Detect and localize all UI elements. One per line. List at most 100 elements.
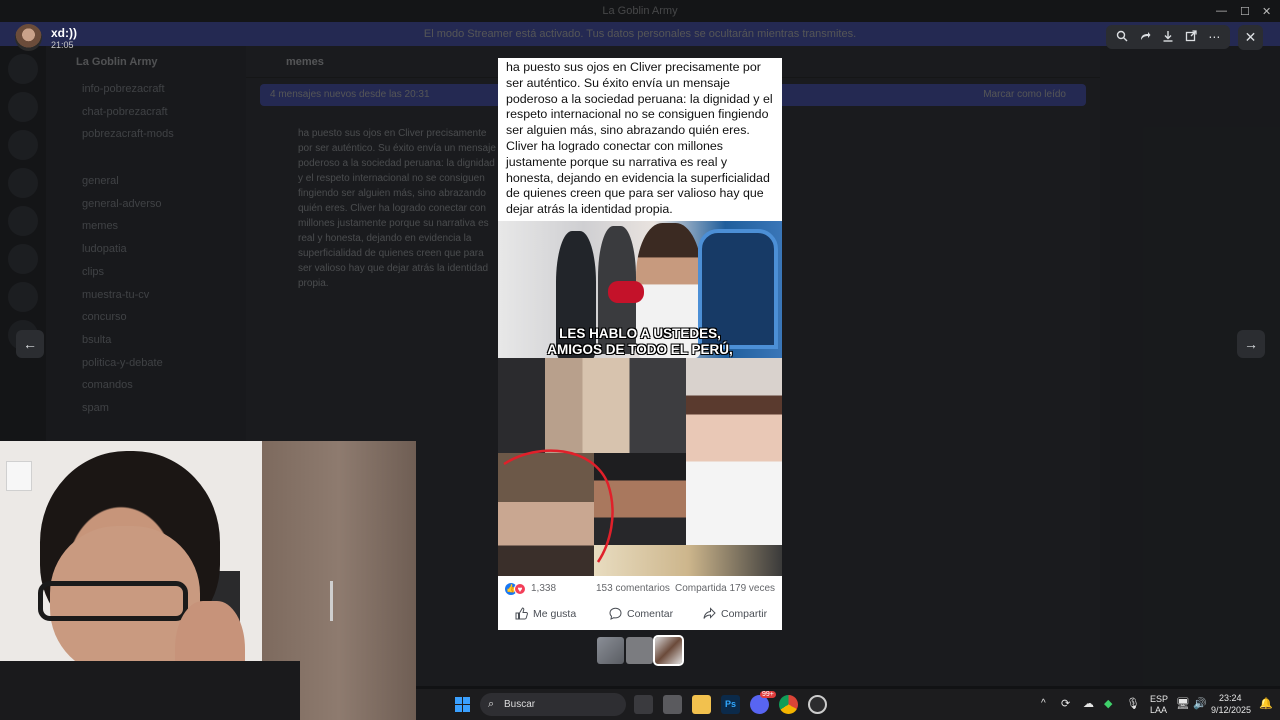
open-external-icon[interactable] bbox=[1180, 29, 1202, 45]
collage-cell bbox=[498, 358, 686, 453]
tray-cloud-icon[interactable]: ☁ bbox=[1083, 697, 1094, 710]
viewed-image: ha puesto sus ojos en Cliver precisament… bbox=[498, 58, 782, 630]
server-icon[interactable] bbox=[8, 282, 38, 312]
server-icon[interactable] bbox=[8, 130, 38, 160]
post-stats: 👍 ♥ 1,338 153 comentarios Compartida 179… bbox=[498, 578, 782, 600]
tray-chevron-icon[interactable]: ^ bbox=[1041, 698, 1046, 709]
zoom-icon[interactable] bbox=[1111, 30, 1133, 45]
channel-item[interactable]: info-pobrezacraft bbox=[46, 78, 246, 101]
network-icon[interactable]: 🖥 bbox=[1176, 697, 1190, 710]
new-messages-text: 4 mensajes nuevos desde las 20:31 bbox=[270, 89, 430, 100]
more-icon[interactable]: ⋯ bbox=[1203, 30, 1225, 44]
tray-mic-icon[interactable]: 🎙 bbox=[1126, 697, 1140, 710]
channel-item[interactable]: politica-y-debate bbox=[46, 352, 246, 375]
streamer-banner: El modo Streamer está activado. Tus dato… bbox=[0, 22, 1280, 46]
thumbnail[interactable] bbox=[597, 637, 624, 664]
channel-item[interactable]: pobrezacraft-mods bbox=[46, 123, 246, 146]
download-icon[interactable] bbox=[1157, 30, 1179, 45]
glasses bbox=[38, 581, 188, 621]
microphone bbox=[608, 281, 644, 303]
channel-item[interactable]: muestra-tu-cv bbox=[46, 284, 246, 307]
member-item[interactable] bbox=[1100, 102, 1280, 130]
photoshop-icon[interactable]: Ps bbox=[721, 695, 740, 714]
server-icon[interactable] bbox=[8, 168, 38, 198]
language-indicator[interactable]: ESP bbox=[1150, 694, 1168, 704]
chrome-icon[interactable] bbox=[779, 695, 798, 714]
chat-message-preview: ha puesto sus ojos en Cliver precisament… bbox=[298, 128, 496, 289]
server-icon[interactable] bbox=[8, 206, 38, 236]
post-body-text: ha puesto sus ojos en Cliver precisament… bbox=[506, 60, 773, 217]
channel-item[interactable]: comandos bbox=[46, 374, 246, 397]
channel-item[interactable]: spam bbox=[46, 397, 246, 420]
share-icon bbox=[703, 607, 716, 619]
screen: La Goblin Army El modo Streamer está act… bbox=[0, 0, 1280, 720]
message-timestamp: 21:05 bbox=[51, 40, 74, 50]
file-explorer-icon[interactable] bbox=[692, 695, 711, 714]
channel-item[interactable]: bsulta bbox=[46, 329, 246, 352]
thumbs-up-icon bbox=[515, 607, 528, 620]
task-view-icon[interactable] bbox=[634, 695, 653, 714]
channel-item[interactable]: concurso bbox=[46, 306, 246, 329]
window-title: La Goblin Army bbox=[602, 5, 678, 17]
news-photo: LES HABLO A USTEDES, AMIGOS DE TODO EL P… bbox=[498, 221, 782, 358]
light-switch bbox=[6, 461, 32, 491]
user-name[interactable]: xd:)) bbox=[51, 26, 77, 40]
volume-icon[interactable]: 🔊 bbox=[1193, 697, 1207, 710]
keyboard-layout[interactable]: LAA bbox=[1150, 705, 1167, 715]
discord-badge: 99+ bbox=[760, 691, 776, 698]
clock-time[interactable]: 23:24 bbox=[1219, 693, 1242, 703]
person-shirt bbox=[0, 661, 300, 720]
server-icon[interactable] bbox=[8, 244, 38, 274]
reactions[interactable]: 👍 ♥ bbox=[505, 583, 527, 595]
windows-start-icon[interactable] bbox=[455, 697, 470, 712]
channel-item[interactable]: general bbox=[46, 170, 246, 193]
comment-icon bbox=[609, 607, 622, 620]
forward-icon[interactable] bbox=[1134, 30, 1156, 45]
red-circle-annotation bbox=[503, 449, 614, 563]
app-icon[interactable] bbox=[808, 695, 827, 714]
member-item[interactable] bbox=[1100, 74, 1280, 102]
post-actions: Me gusta Comentar Compartir bbox=[498, 602, 782, 626]
channel-item[interactable]: ludopatia bbox=[46, 238, 246, 261]
collage-cell bbox=[686, 358, 782, 546]
mark-read-button[interactable]: Marcar como leído bbox=[983, 84, 1066, 106]
guild-name[interactable]: La Goblin Army bbox=[46, 46, 246, 78]
tray-sync-icon[interactable]: ⟳ bbox=[1061, 697, 1070, 710]
member-list bbox=[1100, 46, 1280, 686]
thumbnail[interactable] bbox=[653, 635, 684, 666]
channel-item[interactable]: chat-pobrezacraft bbox=[46, 101, 246, 124]
search-placeholder: Buscar bbox=[504, 699, 536, 710]
previous-image-button[interactable]: ← bbox=[16, 330, 44, 358]
comment-label: Comentar bbox=[627, 607, 674, 620]
thumbnail[interactable] bbox=[626, 637, 653, 664]
reaction-count[interactable]: 1,338 bbox=[531, 583, 556, 594]
comments-count[interactable]: 153 comentarios bbox=[596, 583, 670, 594]
viewer-toolbar: ⋯ bbox=[1106, 25, 1230, 49]
close-viewer-button[interactable]: ✕ bbox=[1238, 25, 1263, 50]
next-image-button[interactable]: → bbox=[1237, 330, 1265, 358]
wardrobe-handle bbox=[330, 581, 333, 621]
tray-app-icon[interactable]: ◆ bbox=[1104, 697, 1112, 710]
channel-item[interactable]: memes bbox=[46, 215, 246, 238]
minimize-icon[interactable]: — bbox=[1216, 5, 1227, 17]
server-icon[interactable] bbox=[8, 54, 38, 84]
share-button[interactable]: Compartir bbox=[703, 607, 767, 620]
channel-item[interactable]: general-adverso bbox=[46, 193, 246, 216]
taskbar: ⌕ Buscar Ps 99+ ^ ⟳ ☁ ◆ 🎙 ESP LAA 🖥 🔊 23… bbox=[416, 689, 1280, 720]
window-close-icon[interactable]: ✕ bbox=[1262, 5, 1271, 18]
server-icon[interactable] bbox=[8, 92, 38, 122]
taskbar-search-input[interactable]: ⌕ Buscar bbox=[480, 693, 626, 716]
shares-count[interactable]: Compartida 179 veces bbox=[675, 583, 775, 594]
member-item[interactable] bbox=[1100, 46, 1280, 74]
webcam-feed bbox=[0, 441, 416, 720]
channel-item[interactable]: clips bbox=[46, 261, 246, 284]
maximize-icon[interactable]: ☐ bbox=[1240, 5, 1250, 18]
app-icon[interactable] bbox=[663, 695, 682, 714]
search-icon: ⌕ bbox=[488, 698, 495, 710]
like-button[interactable]: Me gusta bbox=[515, 607, 576, 620]
notifications-icon[interactable]: 🔔 bbox=[1259, 697, 1273, 710]
image-thumbnails bbox=[597, 635, 684, 666]
comment-button[interactable]: Comentar bbox=[609, 607, 673, 620]
avatar[interactable] bbox=[15, 24, 42, 51]
clock-date[interactable]: 9/12/2025 bbox=[1211, 705, 1251, 715]
